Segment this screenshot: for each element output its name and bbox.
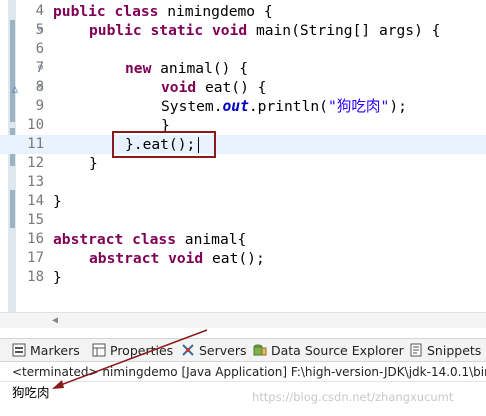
annotation-arrow [52, 329, 208, 389]
